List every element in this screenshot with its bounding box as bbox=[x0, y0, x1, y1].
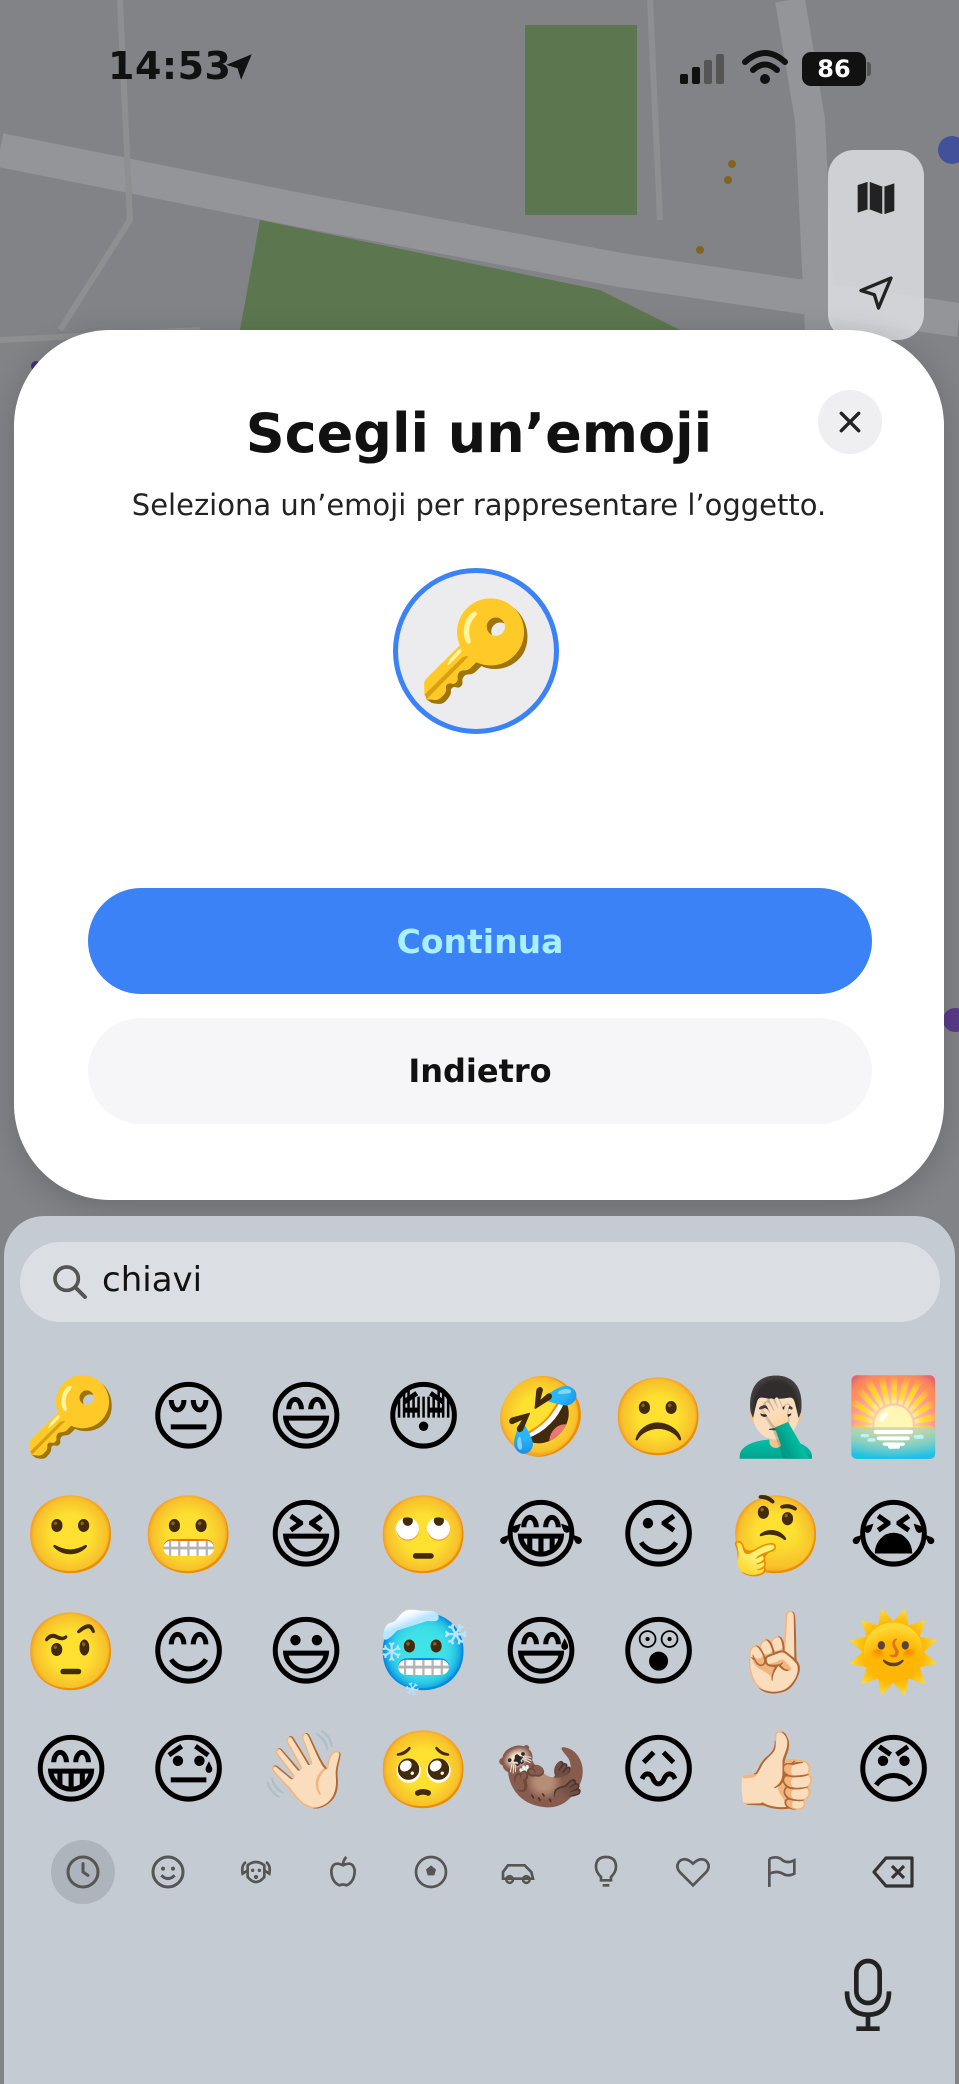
emoji-key[interactable]: 🌞 bbox=[841, 1599, 947, 1705]
emoji-key[interactable]: 😊 bbox=[136, 1599, 242, 1705]
heart-icon bbox=[676, 1857, 710, 1888]
emoji-key[interactable]: ☝🏻 bbox=[723, 1599, 829, 1705]
emoji-keyboard: chiavi 🔑 😔 😄 😳 🤣 ☹️ 🤦🏻‍♂️ 🌅 🙂 😬 😆 🙄 😂 😉 🤔 😭 🤨 😊 😃 🥶 😅 😲 ☝🏻 🌞 😁 😓 👋… bbox=[4, 1216, 955, 2084]
emoji-key[interactable]: 😄 bbox=[253, 1364, 359, 1470]
wifi-icon bbox=[742, 50, 788, 84]
emoji-key[interactable]: 😬 bbox=[136, 1482, 242, 1588]
emoji-key[interactable]: 😠 bbox=[841, 1717, 947, 1823]
category-objects[interactable] bbox=[574, 1840, 638, 1904]
status-time: 14:53 bbox=[108, 44, 232, 88]
delete-backspace-icon bbox=[872, 1856, 914, 1888]
dog-icon bbox=[240, 1860, 272, 1884]
location-arrow-icon bbox=[226, 54, 252, 80]
category-animals[interactable] bbox=[224, 1840, 288, 1904]
emoji-category-bar bbox=[4, 1832, 955, 1912]
search-input[interactable]: chiavi bbox=[102, 1260, 202, 1300]
category-travel[interactable] bbox=[486, 1840, 550, 1904]
dialog-subtitle: Seleziona un’emoji per rappresentare l’o… bbox=[131, 488, 827, 522]
locate-me-button[interactable] bbox=[828, 245, 924, 340]
selected-emoji: 🔑 bbox=[416, 595, 536, 707]
category-smileys[interactable] bbox=[136, 1840, 200, 1904]
smiley-icon bbox=[151, 1855, 185, 1889]
map-controls bbox=[828, 150, 924, 340]
selected-emoji-preview[interactable]: 🔑 bbox=[393, 568, 559, 734]
emoji-key[interactable]: 😓 bbox=[136, 1717, 242, 1823]
flag-icon bbox=[768, 1856, 796, 1887]
emoji-key[interactable]: ☹️ bbox=[606, 1364, 712, 1470]
emoji-key[interactable]: 🥺 bbox=[371, 1717, 477, 1823]
soccer-ball-icon bbox=[414, 1855, 448, 1889]
emoji-key[interactable]: 😳 bbox=[371, 1364, 477, 1470]
emoji-key[interactable]: 😭 bbox=[841, 1482, 947, 1588]
emoji-key[interactable]: 😃 bbox=[253, 1599, 359, 1705]
emoji-key[interactable]: 🥶 bbox=[371, 1599, 477, 1705]
search-icon bbox=[53, 1265, 87, 1299]
battery-icon: 86 bbox=[802, 52, 866, 86]
cellular-signal-icon bbox=[680, 54, 724, 84]
category-food[interactable] bbox=[311, 1840, 375, 1904]
emoji-key[interactable]: 😁 bbox=[18, 1717, 124, 1823]
emoji-key[interactable]: 🤦🏻‍♂️ bbox=[723, 1364, 829, 1470]
map-icon bbox=[857, 181, 895, 214]
emoji-key[interactable]: 😲 bbox=[606, 1599, 712, 1705]
lightbulb-icon bbox=[594, 1855, 618, 1887]
emoji-key[interactable]: 🌅 bbox=[841, 1364, 947, 1470]
emoji-key[interactable]: 😔 bbox=[136, 1364, 242, 1470]
emoji-key[interactable]: 🤔 bbox=[723, 1482, 829, 1588]
emoji-search-field[interactable]: chiavi bbox=[20, 1242, 940, 1322]
emoji-key[interactable]: 😖 bbox=[606, 1717, 712, 1823]
location-arrow-icon bbox=[859, 275, 893, 310]
emoji-key[interactable]: 😂 bbox=[488, 1482, 594, 1588]
emoji-key[interactable]: 🔑 bbox=[18, 1364, 124, 1470]
continue-button[interactable]: Continua bbox=[88, 888, 872, 994]
emoji-key[interactable]: 👍🏻 bbox=[723, 1717, 829, 1823]
back-button[interactable]: Indietro bbox=[88, 1018, 872, 1124]
category-recent[interactable] bbox=[51, 1840, 115, 1904]
emoji-key[interactable]: 🤣 bbox=[488, 1364, 594, 1470]
battery-level: 86 bbox=[817, 55, 851, 83]
emoji-key[interactable]: 😉 bbox=[606, 1482, 712, 1588]
emoji-key[interactable]: 🤨 bbox=[18, 1599, 124, 1705]
status-bar: 14:53 86 bbox=[0, 0, 959, 140]
category-activity[interactable] bbox=[399, 1840, 463, 1904]
emoji-key[interactable]: 🙄 bbox=[371, 1482, 477, 1588]
emoji-key[interactable]: 🦦 bbox=[488, 1717, 594, 1823]
apple-icon bbox=[329, 1856, 357, 1887]
category-symbols[interactable] bbox=[661, 1840, 725, 1904]
emoji-key[interactable]: 😅 bbox=[488, 1599, 594, 1705]
emoji-key[interactable]: 👋🏻 bbox=[253, 1717, 359, 1823]
microphone-icon[interactable] bbox=[840, 1956, 896, 2036]
car-icon bbox=[501, 1864, 535, 1885]
category-flags[interactable] bbox=[749, 1840, 813, 1904]
clock-icon bbox=[66, 1855, 100, 1889]
emoji-key[interactable]: 😆 bbox=[253, 1482, 359, 1588]
emoji-key[interactable]: 🙂 bbox=[18, 1482, 124, 1588]
emoji-picker-dialog: Scegli un’emoji Seleziona un’emoji per r… bbox=[14, 330, 944, 1200]
delete-button[interactable] bbox=[862, 1840, 926, 1904]
dialog-title: Scegli un’emoji bbox=[245, 402, 713, 465]
map-button[interactable] bbox=[828, 150, 924, 245]
